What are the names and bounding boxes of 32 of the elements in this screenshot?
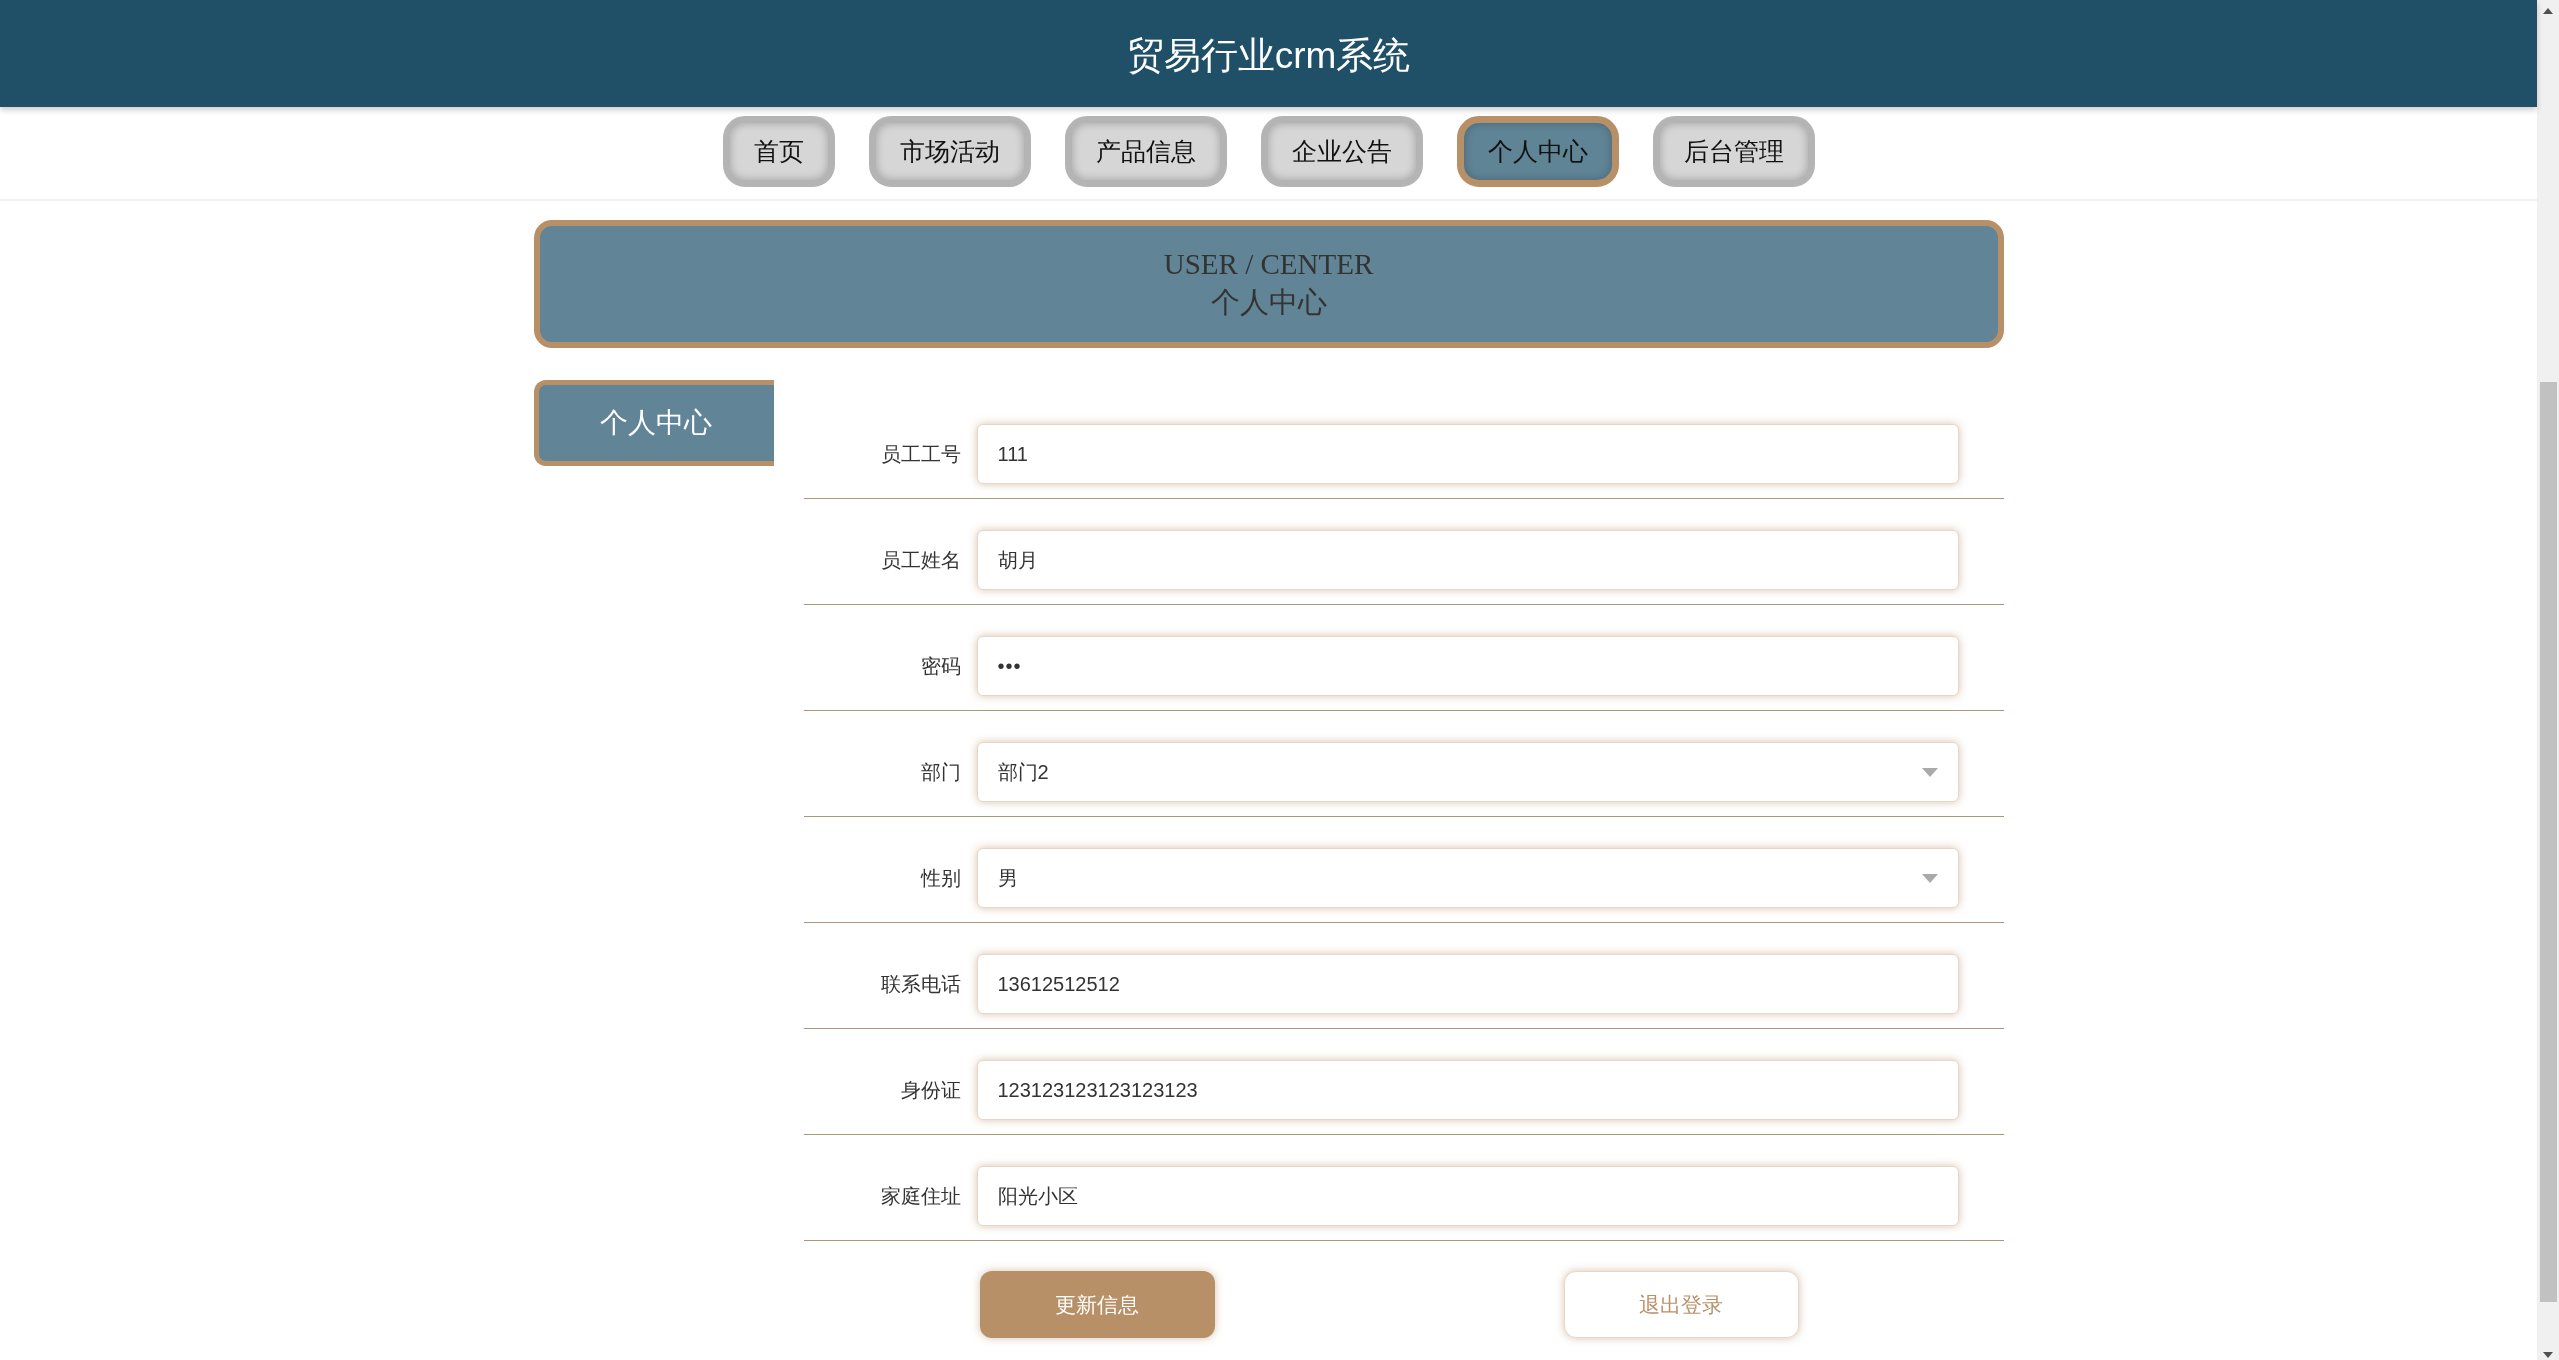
scroll-down-icon[interactable] xyxy=(2543,1352,2553,1358)
input-field[interactable]: 胡月 xyxy=(976,530,1959,590)
select-field[interactable]: 男 xyxy=(976,848,1959,908)
nav-tab[interactable]: 后台管理 xyxy=(1652,116,1815,187)
field-label: 员工工号 xyxy=(879,441,961,467)
field-label: 员工姓名 xyxy=(879,547,961,573)
password-field[interactable]: ••• xyxy=(976,636,1959,696)
select-field[interactable]: 部门2 xyxy=(976,742,1959,802)
nav-tab[interactable]: 企业公告 xyxy=(1260,116,1423,187)
input-field[interactable]: 123123123123123123 xyxy=(976,1060,1959,1120)
sidebar-item[interactable]: 个人中心 xyxy=(533,380,774,466)
nav-tab[interactable]: 个人中心 xyxy=(1456,116,1619,187)
input-field[interactable]: 13612512512 xyxy=(976,954,1959,1014)
field-label: 家庭住址 xyxy=(879,1183,961,1209)
field-label: 部门 xyxy=(919,759,961,785)
field-label: 联系电话 xyxy=(879,971,961,997)
scrollbar[interactable] xyxy=(2537,0,2559,1360)
banner-title-en: USER / CENTER xyxy=(1163,247,1374,283)
nav-tab[interactable]: 市场活动 xyxy=(868,116,1031,187)
field-label: 性别 xyxy=(919,865,961,891)
nav-tab[interactable]: 首页 xyxy=(722,116,835,187)
scrollbar-thumb[interactable] xyxy=(2539,382,2557,1302)
banner-title-zh: 个人中心 xyxy=(1210,285,1327,320)
field-label: 密码 xyxy=(919,653,961,679)
input-field[interactable]: 阳光小区 xyxy=(976,1166,1959,1226)
input-field[interactable]: 111 xyxy=(976,424,1959,484)
site-title: 贸易行业crm系统 xyxy=(1126,33,1411,78)
field-label: 身份证 xyxy=(899,1077,961,1103)
dropdown-caret-icon xyxy=(1921,767,1938,777)
nav-tab[interactable]: 产品信息 xyxy=(1064,116,1227,187)
scroll-up-icon[interactable] xyxy=(2543,8,2553,14)
dropdown-caret-icon xyxy=(1921,873,1938,883)
